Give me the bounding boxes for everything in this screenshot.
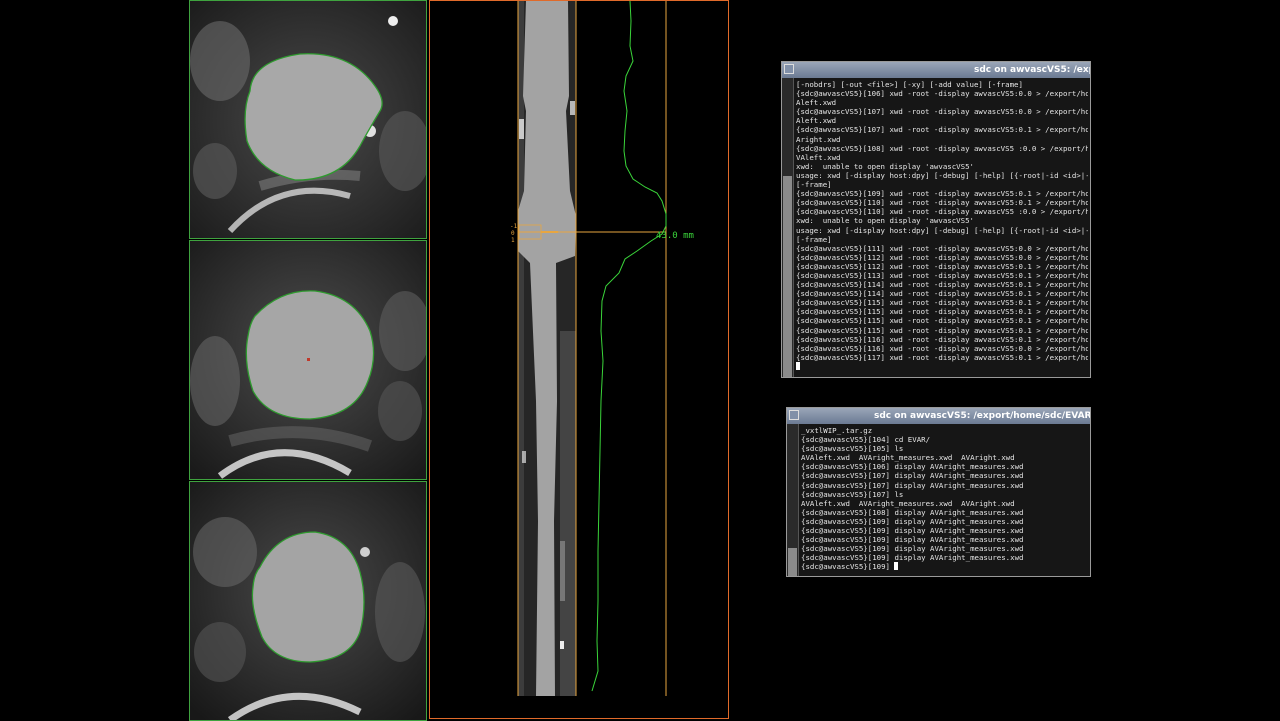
window-menu-icon[interactable] — [784, 64, 794, 74]
terminal-line: Aleft.xwd — [796, 116, 837, 126]
terminal-line: {sdc@awvascVS5}[115] xwd -root -display … — [796, 307, 1088, 317]
terminal-scrollbar[interactable] — [787, 424, 799, 576]
terminal-line: {sdc@awvascVS5}[106] xwd -root -display … — [796, 89, 1088, 99]
terminal-line: {sdc@awvascVS5}[109] — [801, 562, 1088, 571]
terminal-line: VAleft.xwd — [796, 152, 841, 162]
scrollbar-thumb[interactable] — [788, 548, 797, 576]
terminal-line: {sdc@awvascVS5}[107] ls — [801, 489, 904, 499]
terminal-line: [-nobdrs] [-out <file>] [-xy] [-add valu… — [796, 80, 1023, 89]
terminal-line: {sdc@awvascVS5}[106] display AVAright_me… — [801, 462, 1024, 472]
terminal-line: {sdc@awvascVS5}[109] display AVAright_me… — [801, 535, 1024, 545]
terminal-line: [-frame] — [796, 234, 832, 244]
terminal-line: usage: xwd [-display host:dpy] [-debug] … — [796, 225, 1088, 235]
ct-axial-slice-bottom[interactable] — [189, 481, 427, 721]
terminal-line: {sdc@awvascVS5}[115] xwd -root -display … — [796, 325, 1088, 335]
terminal-line: {sdc@awvascVS5}[107] xwd -root -display … — [796, 107, 1088, 117]
terminal-line: Aright.xwd — [796, 134, 841, 144]
ct-axial-slice-top[interactable] — [189, 0, 427, 239]
center-marker — [307, 358, 310, 361]
diameter-measurement-label: 43.0 mm — [656, 231, 694, 241]
terminal-line: {sdc@awvascVS5}[116] xwd -root -display … — [796, 343, 1088, 353]
text-cursor — [894, 562, 899, 571]
terminal-line: {sdc@awvascVS5}[110] xwd -root -display … — [796, 198, 1088, 208]
terminal-prompt-line — [796, 361, 1088, 371]
terminal-line: {sdc@awvascVS5}[111] xwd -root -display … — [796, 243, 1088, 253]
terminal-line: xwd: unable to open display 'awvascVS5' — [796, 161, 974, 171]
terminal-line: {sdc@awvascVS5}[109] display AVAright_me… — [801, 516, 1024, 526]
text-cursor — [796, 361, 800, 370]
terminal-line: {sdc@awvascVS5}[112] xwd -root -display … — [796, 261, 1088, 271]
terminal-title: sdc on awvascVS5: /export/home/sdc/EVAR — [874, 411, 1091, 421]
terminal-line: {sdc@awvascVS5}[114] xwd -root -display … — [796, 280, 1088, 290]
terminal-title: sdc on awvascVS5: /export — [974, 65, 1090, 75]
terminal-line: {sdc@awvascVS5}[113] xwd -root -display … — [796, 270, 1088, 280]
tick-label: 0 — [511, 230, 515, 237]
diameter-profile-curve — [591, 1, 667, 692]
terminal-window-bottom[interactable]: sdc on awvascVS5: /export/home/sdc/EVAR … — [786, 407, 1091, 577]
terminal-line: {sdc@awvascVS5}[108] display AVAright_me… — [801, 507, 1024, 517]
terminal-line: {sdc@awvascVS5}[109] xwd -root -display … — [796, 189, 1088, 199]
tick-label: 1 — [511, 237, 515, 244]
terminal-line: [-frame] — [796, 180, 832, 190]
curved-reformat-panel[interactable]: -1 0 1 — [429, 0, 729, 719]
terminal-line: {sdc@awvascVS5}[105] ls — [801, 444, 904, 454]
window-menu-icon[interactable] — [789, 410, 799, 420]
terminal-line: {sdc@awvascVS5}[110] xwd -root -display … — [796, 207, 1088, 217]
tick-label: -1 — [510, 223, 518, 230]
terminal-output[interactable]: _vxtlWIP_.tar.gz {sdc@awvascVS5}[104] cd … — [801, 426, 1088, 574]
terminal-line: {sdc@awvascVS5}[109] display AVAright_me… — [801, 544, 1024, 554]
terminal-line: AVAleft.xwd AVAright_measures.xwd AVArig… — [801, 453, 1015, 463]
terminal-line: {sdc@awvascVS5}[108] xwd -root -display … — [796, 143, 1088, 153]
terminal-line: {sdc@awvascVS5}[107] xwd -root -display … — [796, 125, 1088, 135]
terminal-line: {sdc@awvascVS5}[104] cd EVAR/ — [801, 435, 931, 445]
terminal-line: {sdc@awvascVS5}[115] xwd -root -display … — [796, 316, 1088, 326]
terminal-line: {sdc@awvascVS5}[107] display AVAright_me… — [801, 480, 1024, 490]
terminal-line: {sdc@awvascVS5}[116] xwd -root -display … — [796, 334, 1088, 344]
terminal-line: {sdc@awvascVS5}[107] display AVAright_me… — [801, 471, 1024, 481]
terminal-line: usage: xwd [-display host:dpy] [-debug] … — [796, 170, 1088, 180]
terminal-line: {sdc@awvascVS5}[115] xwd -root -display … — [796, 298, 1088, 308]
terminal-line: AVAleft.xwd AVAright_measures.xwd AVArig… — [801, 498, 1015, 508]
terminal-line: Aleft.xwd — [796, 98, 837, 108]
terminal-line: {sdc@awvascVS5}[114] xwd -root -display … — [796, 289, 1088, 299]
terminal-output[interactable]: [-nobdrs] [-out <file>] [-xy] [-add valu… — [796, 80, 1088, 375]
terminal-window-top[interactable]: sdc on awvascVS5: /export [-nobdrs] [-ou… — [781, 61, 1091, 378]
terminal-line: {sdc@awvascVS5}[117] xwd -root -display … — [796, 352, 1088, 362]
terminal-line: {sdc@awvascVS5}[112] xwd -root -display … — [796, 252, 1088, 262]
ct-axial-slice-middle[interactable] — [189, 240, 427, 480]
terminal-titlebar[interactable]: sdc on awvascVS5: /export/home/sdc/EVAR — [787, 408, 1090, 424]
vessel-lumen-contour — [245, 290, 375, 420]
terminal-line: {sdc@awvascVS5}[109] display AVAright_me… — [801, 526, 1024, 536]
terminal-line: {sdc@awvascVS5}[109] display AVAright_me… — [801, 553, 1024, 563]
scrollbar-thumb[interactable] — [783, 176, 792, 377]
terminal-line: _vxtlWIP_.tar.gz — [801, 426, 873, 435]
terminal-scrollbar[interactable] — [782, 78, 794, 377]
terminal-line: xwd: unable to open display 'awvascVS5' — [796, 216, 974, 226]
terminal-titlebar[interactable]: sdc on awvascVS5: /export — [782, 62, 1090, 78]
